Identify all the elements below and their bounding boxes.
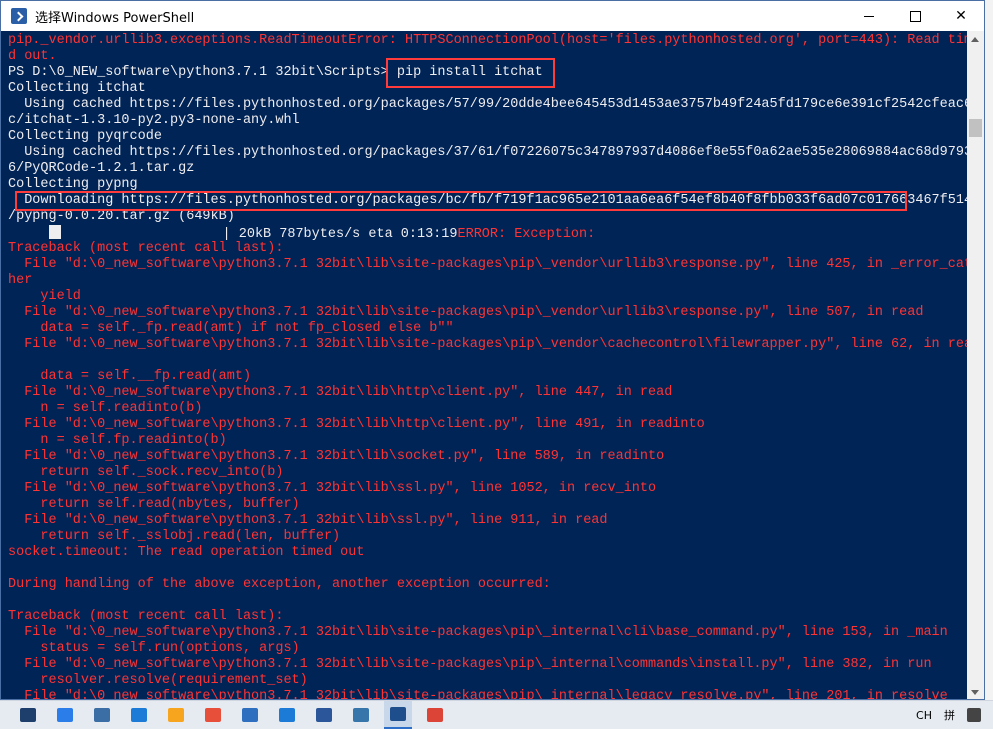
console-line: her bbox=[8, 273, 33, 288]
console-line: File "d:\0_new_software\python3.7.1 32bi… bbox=[8, 657, 932, 672]
system-tray: CH 拼 bbox=[916, 701, 993, 729]
console-line: Using cached https://files.pythonhosted.… bbox=[8, 145, 969, 160]
maximize-button[interactable] bbox=[892, 1, 938, 31]
console-line: socket.timeout: The read operation timed… bbox=[8, 545, 365, 560]
media-player-icon bbox=[168, 708, 184, 722]
ime-indicator[interactable]: 拼 bbox=[944, 707, 955, 723]
console-line: File "d:\0_new_software\python3.7.1 32bi… bbox=[8, 513, 608, 528]
progress-indent bbox=[8, 227, 49, 242]
console-line: c/itchat-1.3.10-py2.py3-none-any.whl bbox=[8, 113, 300, 128]
scroll-down-icon[interactable] bbox=[971, 690, 979, 695]
window-controls: ✕ bbox=[846, 1, 984, 31]
error-label: ERROR: Exception: bbox=[457, 227, 596, 242]
console-line: return self.read(nbytes, buffer) bbox=[8, 497, 300, 512]
console-line: /pypng-0.0.20.tar.gz (649kB) bbox=[8, 209, 235, 224]
taskbar-button[interactable] bbox=[421, 701, 449, 729]
taskbar-button[interactable] bbox=[273, 701, 301, 729]
progress-bar-fill bbox=[48, 225, 61, 239]
console-line: resolver.resolve(requirement_set) bbox=[8, 673, 308, 688]
taskbar: CH 拼 bbox=[0, 700, 993, 729]
console-line: Collecting pyqrcode bbox=[8, 129, 162, 144]
language-indicator[interactable]: CH bbox=[916, 709, 932, 722]
word-icon bbox=[316, 708, 332, 722]
taskbar-button[interactable] bbox=[125, 701, 153, 729]
console-line: return self._sock.recv_into(b) bbox=[8, 465, 284, 480]
close-icon: ✕ bbox=[955, 8, 967, 24]
taskbar-button[interactable] bbox=[199, 701, 227, 729]
window-title: 选择Windows PowerShell bbox=[35, 10, 195, 26]
console-line: Traceback (most recent call last): bbox=[8, 609, 284, 624]
close-button[interactable]: ✕ bbox=[938, 1, 984, 31]
console-line: File "d:\0_new_software\python3.7.1 32bi… bbox=[8, 625, 948, 640]
taskbar-button[interactable] bbox=[51, 701, 79, 729]
console-line: data = self._fp.read(amt) if not fp_clos… bbox=[8, 321, 454, 336]
taskbar-button[interactable] bbox=[310, 701, 338, 729]
console-line: Collecting pypng bbox=[8, 177, 138, 192]
console-line: File "d:\0_new_software\python3.7.1 32bi… bbox=[8, 337, 969, 352]
console-line: n = self.fp.readinto(b) bbox=[8, 433, 227, 448]
background-window-edge-right bbox=[985, 0, 993, 700]
mail-icon bbox=[20, 708, 36, 722]
taskbar-button[interactable] bbox=[236, 701, 264, 729]
console-line: File "d:\0_new_software\python3.7.1 32bi… bbox=[8, 257, 969, 272]
title-bar[interactable]: 选择Windows PowerShell ✕ bbox=[1, 1, 984, 31]
paint-icon bbox=[205, 708, 221, 722]
store-icon bbox=[94, 708, 110, 722]
vertical-scrollbar[interactable] bbox=[967, 31, 984, 699]
taskbar-button[interactable] bbox=[384, 701, 412, 729]
notification-icon[interactable] bbox=[967, 708, 981, 722]
console-line: status = self.run(options, args) bbox=[8, 641, 300, 656]
powershell-window[interactable]: 选择Windows PowerShell ✕ pip._vendor.urlli… bbox=[0, 0, 985, 700]
taskbar-button[interactable] bbox=[88, 701, 116, 729]
console-output[interactable]: pip._vendor.urllib3.exceptions.ReadTimeo… bbox=[1, 31, 969, 700]
console-line: File "d:\0_new_software\python3.7.1 32bi… bbox=[8, 689, 948, 700]
console-line: Collecting itchat bbox=[8, 81, 146, 96]
console-line: File "d:\0_new_software\python3.7.1 32bi… bbox=[8, 417, 705, 432]
console-line: Using cached https://files.pythonhosted.… bbox=[8, 97, 969, 112]
console-line: n = self.readinto(b) bbox=[8, 401, 203, 416]
console-line: Traceback (most recent call last): bbox=[8, 241, 284, 256]
progress-line: | 20kB 787bytes/s eta 0:13:19ERROR: Exce… bbox=[8, 225, 969, 242]
console-line: Downloading https://files.pythonhosted.o… bbox=[8, 193, 969, 208]
star-app-icon bbox=[131, 708, 147, 722]
console-line: File "d:\0_new_software\python3.7.1 32bi… bbox=[8, 449, 665, 464]
python-icon bbox=[353, 708, 369, 722]
console-line: return self._sslobj.read(len, buffer) bbox=[8, 529, 341, 544]
minimize-icon bbox=[864, 15, 874, 17]
console-line: File "d:\0_new_software\python3.7.1 32bi… bbox=[8, 385, 673, 400]
scroll-up-icon[interactable] bbox=[971, 37, 979, 42]
window-app-icon bbox=[242, 708, 258, 722]
powershell-icon bbox=[390, 707, 406, 721]
check-icon bbox=[57, 708, 73, 722]
taskbar-button[interactable] bbox=[347, 701, 375, 729]
console-line: During handling of the above exception, … bbox=[8, 577, 551, 592]
scroll-thumb[interactable] bbox=[969, 119, 982, 137]
maximize-icon bbox=[909, 10, 921, 22]
chrome-icon bbox=[427, 708, 443, 722]
console-line: data = self.__fp.read(amt) bbox=[8, 369, 252, 384]
progress-stats: | 20kB 787bytes/s eta 0:13:19 bbox=[222, 227, 458, 242]
taskbar-button[interactable] bbox=[14, 701, 42, 729]
console-line: File "d:\0_new_software\python3.7.1 32bi… bbox=[8, 481, 657, 496]
console-line: d out. bbox=[8, 49, 57, 64]
taskbar-button[interactable] bbox=[162, 701, 190, 729]
console-line: File "d:\0_new_software\python3.7.1 32bi… bbox=[8, 305, 924, 320]
console-line: yield bbox=[8, 289, 81, 304]
minimize-button[interactable] bbox=[846, 1, 892, 31]
star-app-2-icon bbox=[279, 708, 295, 722]
console-line: PS D:\0_NEW_software\python3.7.1 32bit\S… bbox=[8, 65, 543, 80]
console-line: 6/PyQRCode-1.2.1.tar.gz bbox=[8, 161, 195, 176]
powershell-app-icon[interactable] bbox=[11, 8, 27, 24]
console-line: pip._vendor.urllib3.exceptions.ReadTimeo… bbox=[8, 33, 969, 48]
